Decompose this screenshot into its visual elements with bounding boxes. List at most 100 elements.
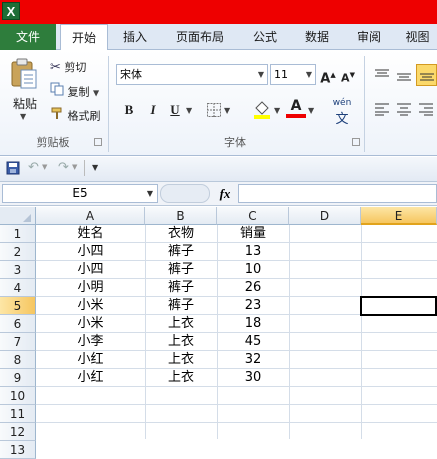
bold-button[interactable]: B	[120, 100, 138, 120]
phonetic-guide-label: wén	[332, 98, 352, 108]
cell-a5[interactable]: 小米	[36, 297, 145, 315]
row-header[interactable]: 3	[0, 261, 36, 279]
tab-insert[interactable]: 插入	[112, 24, 158, 50]
cell-b7[interactable]: 上衣	[145, 333, 217, 351]
row-header[interactable]: 9	[0, 369, 36, 387]
row-header[interactable]: 8	[0, 351, 36, 369]
column-header-d[interactable]: D	[289, 207, 361, 225]
cell-c1[interactable]: 销量	[217, 225, 289, 243]
column-header-c[interactable]: C	[217, 207, 289, 225]
row-header[interactable]: 11	[0, 405, 36, 423]
row-header[interactable]: 7	[0, 333, 36, 351]
name-box[interactable]: E5 ▼	[2, 184, 158, 203]
cell-c6[interactable]: 18	[217, 315, 289, 333]
row-header[interactable]: 12	[0, 423, 36, 441]
align-center-icon[interactable]	[396, 102, 412, 116]
paste-button[interactable]: 粘贴	[10, 94, 40, 114]
cell-b1[interactable]: 衣物	[145, 225, 217, 243]
cell-a4[interactable]: 小明	[36, 279, 145, 297]
tab-view[interactable]: 视图	[398, 24, 437, 50]
save-icon[interactable]	[6, 161, 20, 175]
fill-color-icon[interactable]	[252, 100, 272, 120]
row-header[interactable]: 10	[0, 387, 36, 405]
align-bottom-icon	[420, 73, 434, 81]
undo-icon[interactable]: ↶	[28, 160, 39, 175]
cell-b9[interactable]: 上衣	[145, 369, 217, 387]
align-bottom-button[interactable]	[416, 64, 437, 86]
font-color-dropdown-icon[interactable]: ▼	[308, 106, 314, 115]
cell-b3[interactable]: 裤子	[145, 261, 217, 279]
tab-review[interactable]: 审阅	[346, 24, 392, 50]
align-right-icon[interactable]	[418, 102, 434, 116]
font-name-select[interactable]: 宋体 ▼	[116, 64, 268, 85]
align-left-icon[interactable]	[374, 102, 390, 116]
tab-file[interactable]: 文件	[0, 24, 56, 50]
font-color-icon[interactable]: A	[286, 98, 306, 120]
redo-dropdown-icon[interactable]: ▼	[72, 163, 77, 171]
underline-dropdown-icon[interactable]: ▼	[186, 106, 192, 115]
cell-c9[interactable]: 30	[217, 369, 289, 387]
grow-font-button[interactable]: A▲	[320, 65, 336, 86]
row-header[interactable]: 2	[0, 243, 36, 261]
insert-function-button[interactable]: fx	[214, 184, 236, 203]
cell-c4[interactable]: 26	[217, 279, 289, 297]
cell-a8[interactable]: 小红	[36, 351, 145, 369]
cell-c7[interactable]: 45	[217, 333, 289, 351]
column-header-e[interactable]: E	[361, 207, 437, 225]
cell-c5[interactable]: 23	[217, 297, 289, 315]
italic-button[interactable]: I	[144, 100, 162, 120]
cell-b2[interactable]: 裤子	[145, 243, 217, 261]
align-middle-icon[interactable]	[396, 70, 412, 84]
underline-button[interactable]: U	[166, 100, 184, 120]
row-header[interactable]: 4	[0, 279, 36, 297]
format-painter-button[interactable]: 格式刷	[50, 106, 110, 126]
tab-home[interactable]: 开始	[60, 24, 108, 51]
paste-dropdown-icon[interactable]: ▼	[20, 112, 26, 121]
fill-color-dropdown-icon[interactable]: ▼	[274, 106, 280, 115]
tab-formulas[interactable]: 公式	[242, 24, 288, 50]
row-header[interactable]: 5	[0, 297, 36, 315]
tab-data[interactable]: 数据	[294, 24, 340, 50]
paste-icon[interactable]	[8, 58, 38, 90]
chevron-down-icon[interactable]: ▼	[147, 185, 153, 202]
row-header[interactable]: 1	[0, 225, 36, 243]
tab-page-layout[interactable]: 页面布局	[164, 24, 236, 50]
cell-a9[interactable]: 小红	[36, 369, 145, 387]
formula-input[interactable]	[238, 184, 437, 203]
borders-icon[interactable]	[206, 102, 222, 118]
font-launcher-icon[interactable]	[352, 138, 360, 146]
cell-a1[interactable]: 姓名	[36, 225, 145, 243]
copy-dropdown-icon[interactable]: ▼	[93, 89, 99, 98]
cell-a3[interactable]: 小四	[36, 261, 145, 279]
cell-b8[interactable]: 上衣	[145, 351, 217, 369]
redo-icon[interactable]: ↷	[58, 160, 69, 175]
cell-a6[interactable]: 小米	[36, 315, 145, 333]
cell-a2[interactable]: 小四	[36, 243, 145, 261]
font-size-select[interactable]: 11 ▼	[270, 64, 316, 85]
clipboard-launcher-icon[interactable]	[94, 138, 102, 146]
cell-c8[interactable]: 32	[217, 351, 289, 369]
shrink-font-button[interactable]: A▼	[340, 65, 356, 85]
undo-dropdown-icon[interactable]: ▼	[42, 163, 47, 171]
align-top-icon[interactable]	[374, 68, 390, 82]
row-header[interactable]: 6	[0, 315, 36, 333]
excel-app-icon[interactable]: X	[2, 2, 20, 20]
copy-button[interactable]: 复制 ▼	[50, 82, 110, 102]
phonetic-guide-icon[interactable]: wén 文	[328, 98, 356, 127]
borders-dropdown-icon[interactable]: ▼	[224, 106, 230, 115]
column-header-a[interactable]: A	[36, 207, 145, 225]
active-cell-e5[interactable]	[360, 296, 437, 316]
cell-c3[interactable]: 10	[217, 261, 289, 279]
cell-b6[interactable]: 上衣	[145, 315, 217, 333]
column-header-b[interactable]: B	[145, 207, 217, 225]
select-all-button[interactable]	[0, 207, 36, 225]
cell-c2[interactable]: 13	[217, 243, 289, 261]
cell-b4[interactable]: 裤子	[145, 279, 217, 297]
cell-b5[interactable]: 裤子	[145, 297, 217, 315]
cut-button[interactable]: ✂ 剪切	[50, 58, 110, 78]
cell-a7[interactable]: 小李	[36, 333, 145, 351]
row-header[interactable]: 13	[0, 441, 36, 459]
font-group-label: 字体	[224, 136, 246, 149]
customize-qat-icon[interactable]: ▼	[92, 163, 98, 172]
formula-bar-expand-handle[interactable]	[160, 184, 210, 203]
